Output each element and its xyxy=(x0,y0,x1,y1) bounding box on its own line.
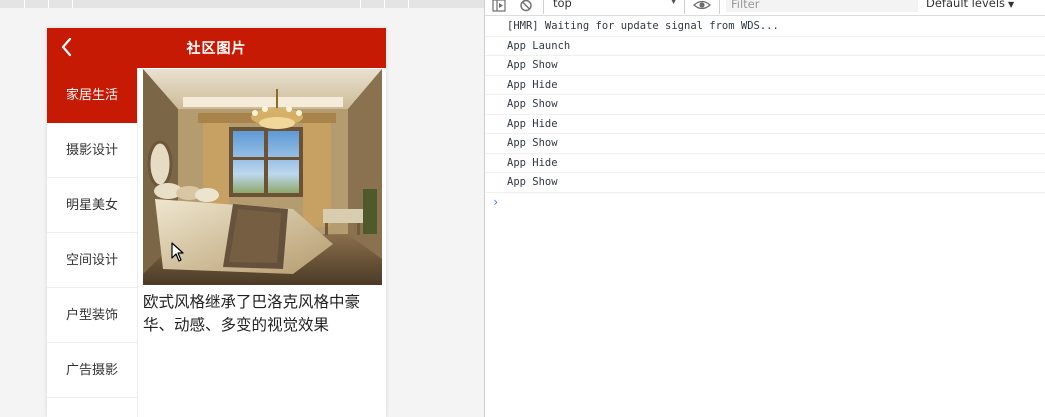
toolbar-divider xyxy=(543,0,544,14)
toolbar-divider xyxy=(719,0,720,14)
mouse-cursor-icon xyxy=(171,242,185,262)
console-log-line: App Show xyxy=(485,95,1045,115)
category-item-photo-design[interactable]: 摄影设计 xyxy=(47,123,137,178)
console-log-line: App Show xyxy=(485,173,1045,193)
log-levels-label: Default levels xyxy=(926,0,1006,10)
console-log-line: App Launch xyxy=(485,37,1045,56)
sidebar-toggle-icon[interactable] xyxy=(492,0,506,12)
log-levels-dropdown[interactable]: Default levels ▼ xyxy=(926,0,1014,10)
navigation-bar: 社区图片 xyxy=(47,28,386,68)
category-item-unit-decor[interactable]: 户型装饰 xyxy=(47,288,137,343)
category-item-space-design[interactable]: 空间设计 xyxy=(47,233,137,288)
category-item-home-life[interactable]: 家居生活 xyxy=(47,68,137,123)
devtools-console-panel: top ▼ Default levels▼ [HMR] Waiting for … xyxy=(484,0,1045,417)
simulator-toolbar xyxy=(0,0,484,8)
category-item-ad-photo[interactable]: 广告摄影 xyxy=(47,343,137,398)
eye-icon[interactable] xyxy=(693,0,711,12)
simulator-area: 社区图片 家居生活 摄影设计 明星美女 空间设计 户型装饰 广告摄影 欧式风格继… xyxy=(0,0,484,417)
console-log-line: [HMR] Waiting for update signal from WDS… xyxy=(485,17,1045,37)
category-item-celebrity[interactable]: 明星美女 xyxy=(47,178,137,233)
dropdown-arrow-icon: ▼ xyxy=(1008,0,1015,9)
toolbar-divider xyxy=(684,0,685,14)
page-title: 社区图片 xyxy=(186,41,247,57)
context-selector[interactable]: top ▼ xyxy=(553,0,677,12)
console-log-list: [HMR] Waiting for update signal from WDS… xyxy=(485,17,1045,213)
context-value: top xyxy=(553,0,572,10)
image-caption: 欧式风格继承了巴洛克风格中豪华、动感、多变的视觉效果 xyxy=(143,293,361,334)
console-log-line: App Show xyxy=(485,56,1045,76)
dropdown-arrow-icon: ▼ xyxy=(670,0,677,6)
category-sidebar: 家居生活 摄影设计 明星美女 空间设计 户型装饰 广告摄影 xyxy=(47,68,138,417)
console-log-line: App Hide xyxy=(485,115,1045,134)
console-log-line: App Hide xyxy=(485,154,1045,173)
console-filter-input[interactable] xyxy=(726,0,918,12)
console-log-line: App Show xyxy=(485,134,1045,154)
console-log-line: App Hide xyxy=(485,76,1045,95)
console-prompt[interactable]: › xyxy=(485,193,1045,213)
console-toolbar: top ▼ Default levels▼ xyxy=(485,0,1045,16)
phone-screen: 社区图片 家居生活 摄影设计 明星美女 空间设计 户型装饰 广告摄影 欧式风格继… xyxy=(47,28,386,417)
clear-console-icon[interactable] xyxy=(519,0,533,12)
